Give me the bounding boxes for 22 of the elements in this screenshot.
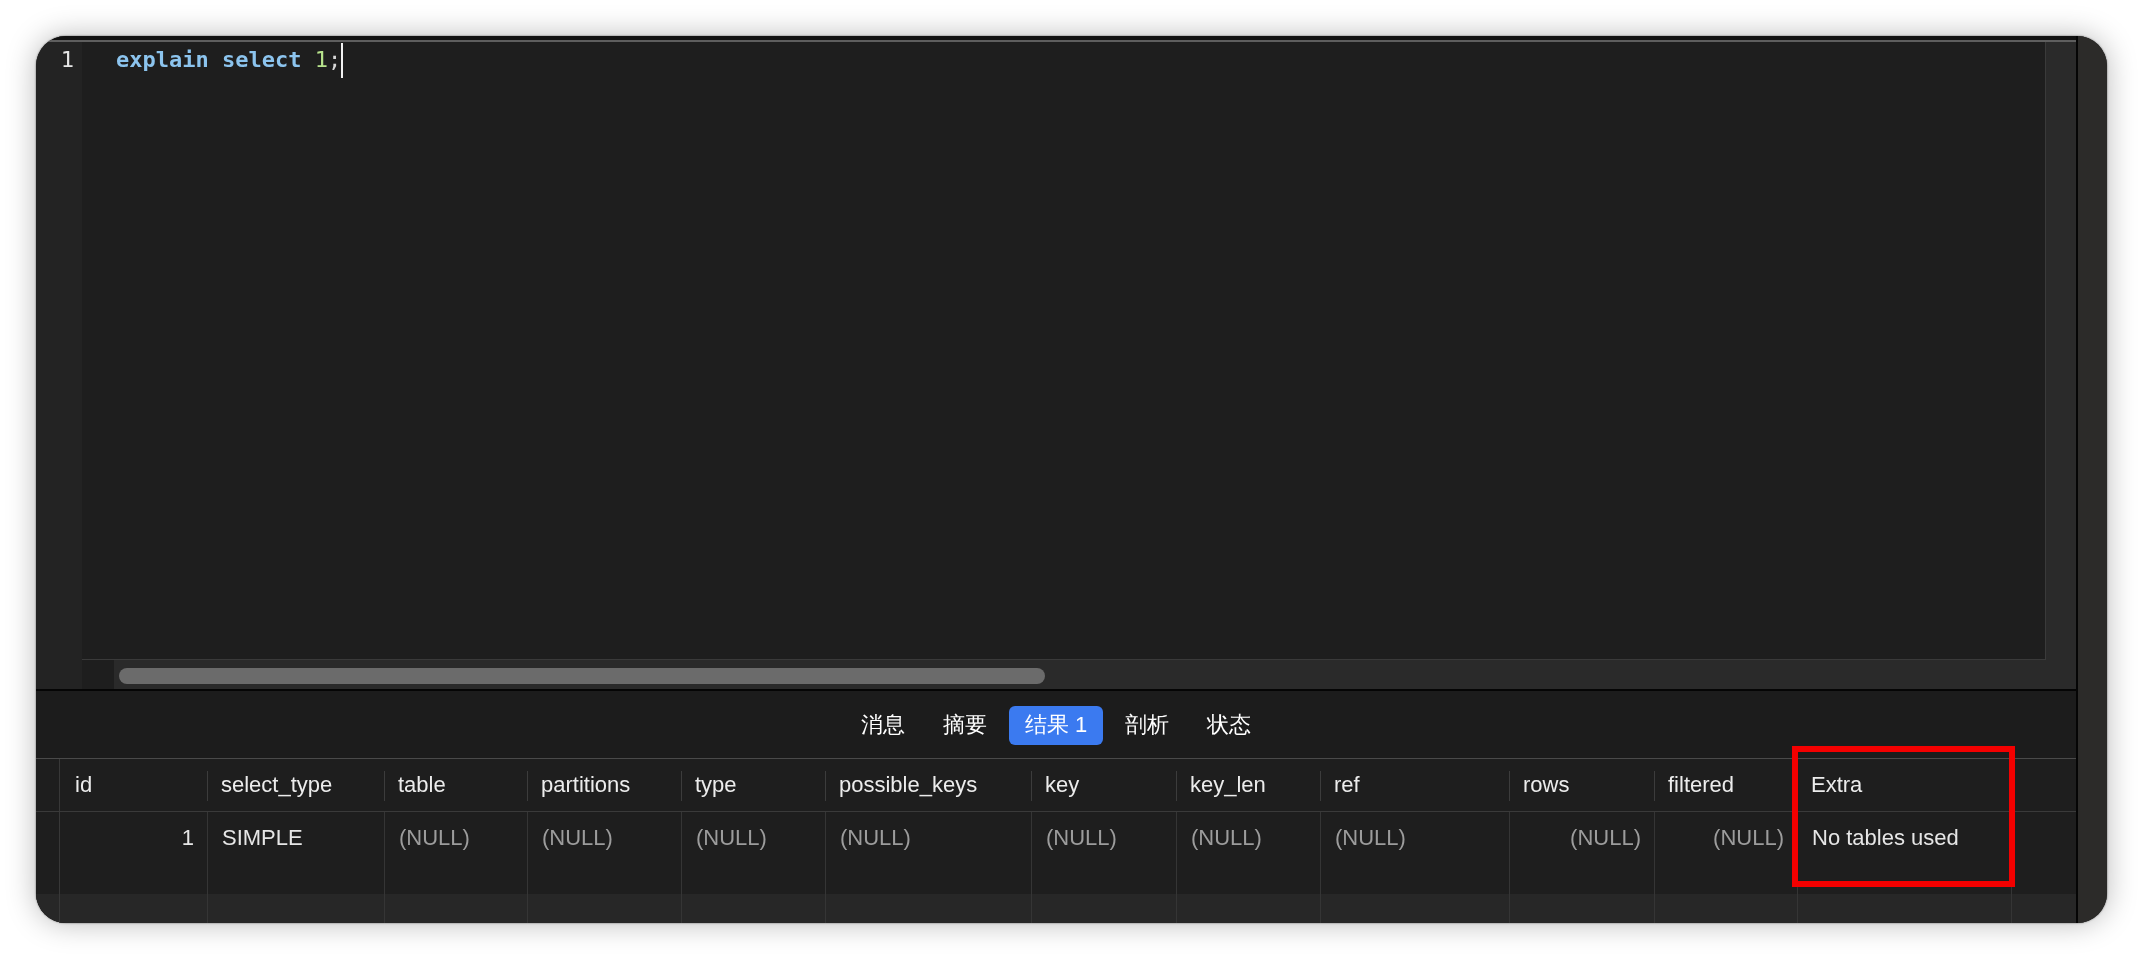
column-header[interactable]: possible_keys bbox=[825, 759, 1031, 811]
column-header[interactable]: key bbox=[1031, 759, 1176, 811]
column-header[interactable]: partitions bbox=[527, 759, 681, 811]
column-header[interactable]: key_len bbox=[1176, 759, 1320, 811]
column-header[interactable]: filtered bbox=[1654, 759, 1797, 811]
column-header[interactable]: table bbox=[384, 759, 527, 811]
tab[interactable]: 结果 1 bbox=[1008, 705, 1104, 745]
column-header[interactable]: type bbox=[681, 759, 825, 811]
tab[interactable]: 剖析 bbox=[1109, 705, 1186, 745]
column-header[interactable]: id bbox=[60, 759, 207, 811]
column-header[interactable]: rows bbox=[1509, 759, 1654, 811]
code-line: explain select 1; bbox=[116, 46, 342, 74]
column-header[interactable]: select_type bbox=[207, 759, 384, 811]
sql-editor[interactable]: explain select 1; bbox=[82, 42, 2046, 660]
table-cell-text: 1 bbox=[180, 824, 195, 852]
scrollbar-thumb[interactable] bbox=[119, 668, 1045, 684]
line-number: 1 bbox=[60, 46, 74, 74]
tab[interactable]: 消息 bbox=[844, 705, 921, 745]
column-header[interactable]: ref bbox=[1320, 759, 1509, 811]
column-header[interactable]: Extra bbox=[1797, 759, 2011, 811]
tab[interactable]: 状态 bbox=[1191, 705, 1268, 745]
tab[interactable]: 摘要 bbox=[926, 705, 1003, 745]
